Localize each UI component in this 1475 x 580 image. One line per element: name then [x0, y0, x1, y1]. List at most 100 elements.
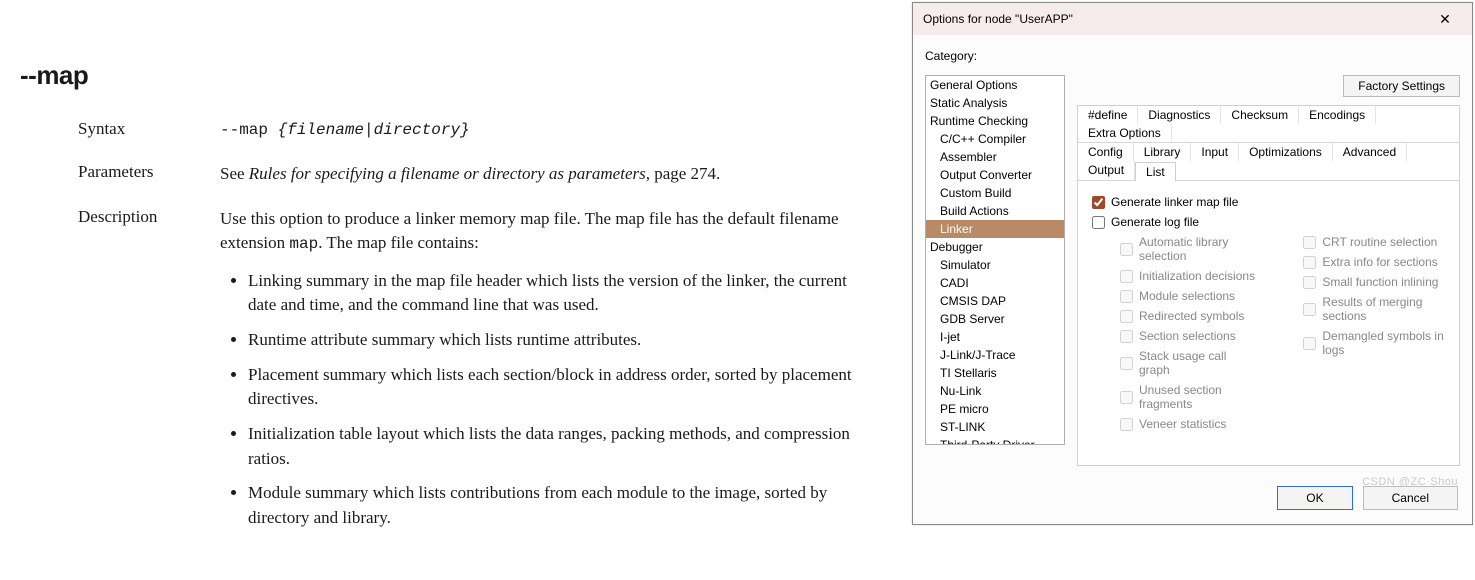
desc-bullet: Module summary which lists contributions…	[248, 481, 860, 530]
log-option-label: Automatic library selection	[1139, 235, 1255, 263]
log-option-checkbox: Redirected symbols	[1120, 309, 1255, 323]
log-option-input	[1120, 391, 1133, 404]
log-option-checkbox: Unused section fragments	[1120, 383, 1255, 411]
generate-log-input[interactable]	[1092, 216, 1105, 229]
category-item[interactable]: Static Analysis	[926, 94, 1064, 112]
category-item[interactable]: Assembler	[926, 148, 1064, 166]
log-option-label: Section selections	[1139, 329, 1236, 343]
log-option-input	[1303, 337, 1316, 350]
log-option-checkbox: Stack usage call graph	[1120, 349, 1255, 377]
category-item[interactable]: GDB Server	[926, 310, 1064, 328]
parameters-value: See Rules for specifying a filename or d…	[220, 162, 880, 187]
log-option-label: Results of merging sections	[1322, 295, 1445, 323]
category-item[interactable]: Third-Party Driver	[926, 436, 1064, 445]
log-option-label: Unused section fragments	[1139, 383, 1255, 411]
params-prefix: See	[220, 164, 249, 183]
category-item[interactable]: Build Actions	[926, 202, 1064, 220]
tab-input[interactable]: Input	[1191, 143, 1239, 161]
syntax-cmd: --map	[220, 121, 278, 139]
generate-map-label: Generate linker map file	[1111, 195, 1238, 209]
desc-bullet: Linking summary in the map file header w…	[248, 269, 860, 318]
log-option-checkbox: Demangled symbols in logs	[1303, 329, 1445, 357]
generate-log-label: Generate log file	[1111, 215, 1199, 229]
category-item[interactable]: Linker	[926, 220, 1064, 238]
log-option-checkbox: Veneer statistics	[1120, 417, 1255, 431]
category-item[interactable]: I-jet	[926, 328, 1064, 346]
syntax-label: Syntax	[20, 119, 220, 142]
log-option-input	[1303, 256, 1316, 269]
parameters-label: Parameters	[20, 162, 220, 187]
syntax-value: --map {filename|directory}	[220, 119, 880, 142]
log-option-label: Stack usage call graph	[1139, 349, 1255, 377]
factory-settings-button[interactable]: Factory Settings	[1343, 75, 1460, 97]
tab-encodings[interactable]: Encodings	[1299, 106, 1376, 124]
log-option-checkbox: Results of merging sections	[1303, 295, 1445, 323]
tab-row-top: #defineDiagnosticsChecksumEncodings Extra…	[1078, 106, 1459, 143]
tab-diagnostics[interactable]: Diagnostics	[1138, 106, 1221, 124]
log-option-label: Demangled symbols in logs	[1322, 329, 1445, 357]
description-value: Use this option to produce a linker memo…	[220, 207, 880, 541]
tab-content-list: Generate linker map file Generate log fi…	[1078, 181, 1459, 465]
log-option-label: CRT routine selection	[1322, 235, 1437, 249]
params-ital: Rules for specifying a filename or direc…	[249, 164, 646, 183]
category-item[interactable]: Nu-Link	[926, 382, 1064, 400]
log-option-input	[1120, 243, 1133, 256]
titlebar: Options for node "UserAPP" ✕	[913, 3, 1472, 35]
doc-heading: --map	[20, 60, 880, 91]
category-item[interactable]: ST-LINK	[926, 418, 1064, 436]
category-item[interactable]: Simulator	[926, 256, 1064, 274]
tab-config[interactable]: Config	[1078, 143, 1134, 161]
tab-output[interactable]: Output	[1078, 161, 1135, 180]
category-item[interactable]: PE micro	[926, 400, 1064, 418]
desc-p1-code: map	[289, 235, 318, 253]
log-option-checkbox: Automatic library selection	[1120, 235, 1255, 263]
category-item[interactable]: C/C++ Compiler	[926, 130, 1064, 148]
category-item[interactable]: TI Stellaris	[926, 364, 1064, 382]
generate-map-checkbox[interactable]: Generate linker map file	[1092, 195, 1445, 209]
category-listbox[interactable]: General OptionsStatic AnalysisRuntime Ch…	[925, 75, 1065, 445]
dialog-title: Options for node "UserAPP"	[923, 12, 1428, 26]
tabs-area: #defineDiagnosticsChecksumEncodings Extra…	[1077, 105, 1460, 466]
description-label: Description	[20, 207, 220, 541]
generate-log-checkbox[interactable]: Generate log file	[1092, 215, 1445, 229]
syntax-arg: {filename|directory}	[278, 121, 470, 139]
log-option-input	[1303, 303, 1316, 316]
description-list: Linking summary in the map file header w…	[248, 269, 860, 531]
generate-map-input[interactable]	[1092, 196, 1105, 209]
ok-button[interactable]: OK	[1277, 486, 1352, 510]
close-icon[interactable]: ✕	[1428, 11, 1462, 28]
tab-list[interactable]: List	[1135, 162, 1176, 181]
category-item[interactable]: CADI	[926, 274, 1064, 292]
log-option-checkbox: Initialization decisions	[1120, 269, 1255, 283]
params-suffix: , page 274.	[646, 164, 721, 183]
log-option-label: Redirected symbols	[1139, 309, 1244, 323]
desc-p1b: . The map file contains:	[318, 233, 479, 252]
log-option-label: Module selections	[1139, 289, 1235, 303]
tab--define[interactable]: #define	[1078, 106, 1138, 124]
tab-extra-options[interactable]: Extra Options	[1078, 124, 1172, 142]
category-item[interactable]: Custom Build	[926, 184, 1064, 202]
tab-optimizations[interactable]: Optimizations	[1239, 143, 1333, 161]
log-option-input	[1120, 290, 1133, 303]
log-option-label: Veneer statistics	[1139, 417, 1226, 431]
desc-bullet: Placement summary which lists each secti…	[248, 363, 860, 412]
log-option-checkbox: Module selections	[1120, 289, 1255, 303]
category-item[interactable]: Output Converter	[926, 166, 1064, 184]
cancel-button[interactable]: Cancel	[1363, 486, 1458, 510]
log-option-checkbox: Small function inlining	[1303, 275, 1445, 289]
desc-bullet: Runtime attribute summary which lists ru…	[248, 328, 860, 353]
log-option-checkbox: Section selections	[1120, 329, 1255, 343]
log-option-input	[1303, 236, 1316, 249]
tab-library[interactable]: Library	[1134, 143, 1192, 161]
tab-checksum[interactable]: Checksum	[1221, 106, 1299, 124]
category-item[interactable]: J-Link/J-Trace	[926, 346, 1064, 364]
category-item[interactable]: Runtime Checking	[926, 112, 1064, 130]
tab-advanced[interactable]: Advanced	[1333, 143, 1407, 161]
log-option-input	[1120, 418, 1133, 431]
category-item[interactable]: Debugger	[926, 238, 1064, 256]
log-option-input	[1120, 357, 1133, 370]
log-option-label: Small function inlining	[1322, 275, 1438, 289]
category-item[interactable]: General Options	[926, 76, 1064, 94]
log-option-input	[1303, 276, 1316, 289]
category-item[interactable]: CMSIS DAP	[926, 292, 1064, 310]
